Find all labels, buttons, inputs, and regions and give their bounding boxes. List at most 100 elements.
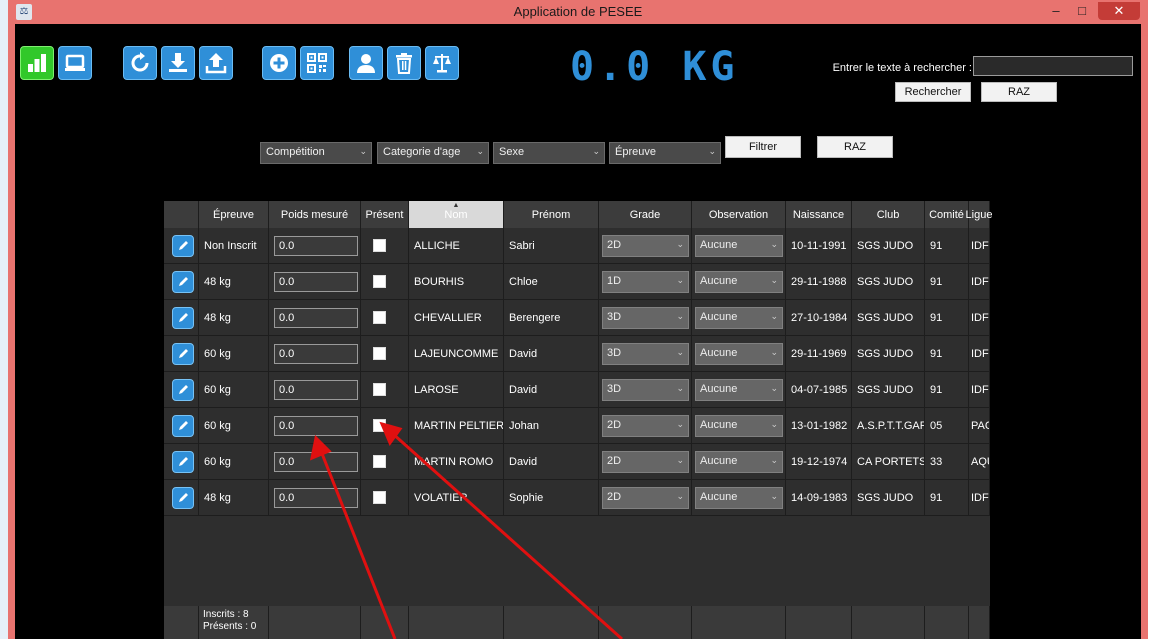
column-header-poids[interactable]: Poids mesuré [269,201,361,228]
grid-empty-area [164,516,990,606]
search-reset-button[interactable]: RAZ [981,82,1057,102]
filter-button[interactable]: Filtrer [725,136,801,158]
age-category-filter[interactable]: Categorie d'age ⌄ [377,142,489,164]
edit-button[interactable] [172,378,194,401]
qr-code-button[interactable] [300,46,334,80]
weight-input[interactable] [274,487,358,508]
present-cell [361,300,409,336]
observation-dropdown[interactable]: Aucune ⌄ [695,306,783,329]
column-header-nom[interactable]: ▲ Nom [409,201,504,228]
weight-input[interactable] [274,451,358,472]
download-icon [169,53,187,72]
naissance-cell: 19-12-1974 [786,444,852,480]
weight-cell [269,480,361,516]
present-checkbox[interactable] [373,347,386,360]
column-header-ligue[interactable]: Ligue [966,201,992,228]
edit-cell [164,408,199,444]
epreuve-cell: 48 kg [199,300,269,336]
observation-dropdown[interactable]: Aucune ⌄ [695,486,783,509]
epreuve-cell: 60 kg [199,372,269,408]
stats-button[interactable] [20,46,54,80]
edit-button[interactable] [172,234,194,257]
chevron-down-icon: ⌄ [676,274,684,285]
edit-button[interactable] [172,306,194,329]
edit-button[interactable] [172,342,194,365]
sex-filter[interactable]: Sexe ⌄ [493,142,605,164]
footer-cell [269,606,361,639]
grade-dropdown[interactable]: 3D ⌄ [602,342,689,365]
column-header-observation[interactable]: Observation [692,201,786,228]
chevron-down-icon: ⌄ [676,238,684,249]
weight-cell [269,336,361,372]
close-button[interactable]: ✕ [1098,2,1140,20]
grade-dropdown[interactable]: 3D ⌄ [602,306,689,329]
prenom-cell: Chloe [504,264,599,300]
weight-input[interactable] [274,271,358,292]
edit-button[interactable] [172,414,194,437]
weight-input[interactable] [274,343,358,364]
weight-input[interactable] [274,379,358,400]
grade-dropdown[interactable]: 2D ⌄ [602,414,689,437]
pencil-icon [179,348,188,358]
window-title: Application de PESEE [513,4,643,19]
weight-input[interactable] [274,235,358,256]
laptop-button[interactable] [58,46,92,80]
edit-button[interactable] [172,270,194,293]
user-icon [357,54,375,73]
title-bar: ⚖ Application de PESEE – □ ✕ [8,0,1148,24]
user-button[interactable] [349,46,383,80]
footer-summary: Inscrits : 8 Présents : 0 [199,606,269,639]
edit-button[interactable] [172,450,194,473]
weight-input[interactable] [274,307,358,328]
present-checkbox[interactable] [373,239,386,252]
prenom-cell: Berengere [504,300,599,336]
nom-cell: MARTIN ROMO [409,444,504,480]
chevron-down-icon: ⌄ [708,146,716,156]
present-checkbox[interactable] [373,311,386,324]
club-cell: A.S.P.T.T.GAP [852,408,925,444]
weight-input[interactable] [274,415,358,436]
present-cell [361,408,409,444]
search-input[interactable] [973,56,1133,76]
observation-dropdown[interactable]: Aucune ⌄ [695,270,783,293]
observation-dropdown[interactable]: Aucune ⌄ [695,342,783,365]
column-header-grade[interactable]: Grade [599,201,692,228]
present-checkbox[interactable] [373,383,386,396]
club-cell: CA PORTETS [852,444,925,480]
grade-dropdown[interactable]: 2D ⌄ [602,234,689,257]
download-button[interactable] [161,46,195,80]
upload-button[interactable] [199,46,233,80]
observation-dropdown[interactable]: Aucune ⌄ [695,378,783,401]
chevron-down-icon: ⌄ [676,310,684,321]
column-header-epreuve[interactable]: Épreuve [199,201,269,228]
competition-filter[interactable]: Compétition ⌄ [260,142,372,164]
maximize-button[interactable]: □ [1069,2,1095,20]
naissance-cell: 27-10-1984 [786,300,852,336]
present-checkbox[interactable] [373,419,386,432]
grade-dropdown[interactable]: 3D ⌄ [602,378,689,401]
observation-dropdown[interactable]: Aucune ⌄ [695,414,783,437]
chevron-down-icon: ⌄ [770,454,778,465]
column-header-comite[interactable]: Comité [925,201,969,228]
grade-dropdown[interactable]: 2D ⌄ [602,450,689,473]
add-button[interactable] [262,46,296,80]
present-checkbox[interactable] [373,491,386,504]
weigh-button[interactable] [425,46,459,80]
event-filter[interactable]: Épreuve ⌄ [609,142,721,164]
present-checkbox[interactable] [373,275,386,288]
column-header-prenom[interactable]: Prénom [504,201,599,228]
minimize-button[interactable]: – [1043,2,1069,20]
column-header-club[interactable]: Club [852,201,925,228]
delete-button[interactable] [387,46,421,80]
grade-dropdown[interactable]: 1D ⌄ [602,270,689,293]
grade-dropdown[interactable]: 2D ⌄ [602,486,689,509]
column-header-naissance[interactable]: Naissance [786,201,852,228]
refresh-button[interactable] [123,46,157,80]
column-header-present[interactable]: Présent [361,201,409,228]
observation-dropdown[interactable]: Aucune ⌄ [695,234,783,257]
edit-button[interactable] [172,486,194,509]
observation-dropdown[interactable]: Aucune ⌄ [695,450,783,473]
search-button[interactable]: Rechercher [895,82,971,102]
filter-reset-button[interactable]: RAZ [817,136,893,158]
present-checkbox[interactable] [373,455,386,468]
